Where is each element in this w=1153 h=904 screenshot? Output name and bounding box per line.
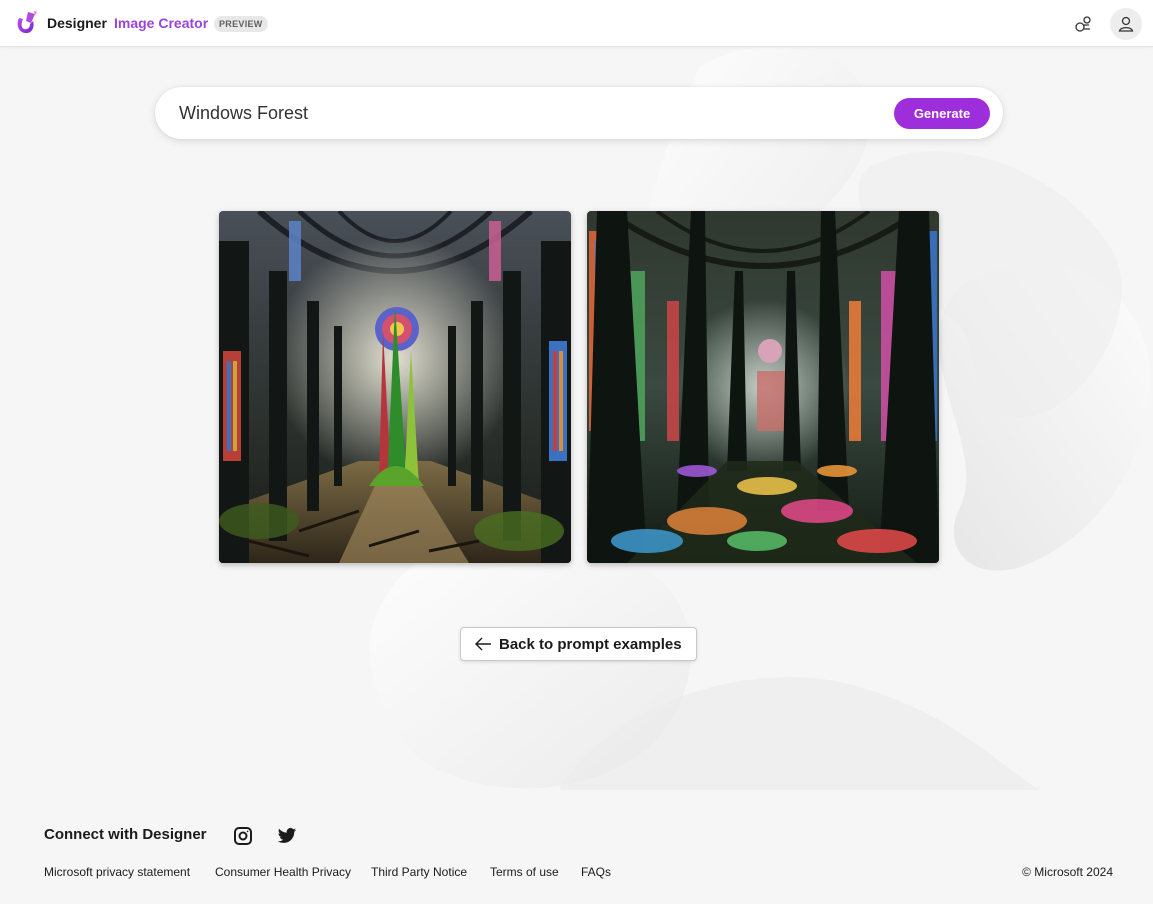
connect-title: Connect with Designer — [44, 826, 207, 843]
product-name[interactable]: Image Creator — [114, 15, 208, 31]
result-image-1[interactable] — [219, 211, 571, 563]
footer-link-faqs[interactable]: FAQs — [581, 865, 611, 879]
prompt-input[interactable] — [179, 99, 879, 127]
copyright: © Microsoft 2024 — [1022, 865, 1113, 879]
back-to-prompt-examples-button[interactable]: Back to prompt examples — [460, 627, 697, 661]
profile-button[interactable] — [1110, 8, 1142, 40]
profile-icon — [1118, 16, 1134, 32]
arrow-left-icon — [475, 637, 491, 651]
designer-logo-icon[interactable] — [13, 10, 39, 36]
twitter-icon[interactable] — [277, 826, 297, 846]
background-swirl — [369, 47, 1150, 790]
rewards-button[interactable] — [1067, 8, 1099, 40]
cathedral-forest-image — [219, 211, 571, 563]
back-button-label: Back to prompt examples — [499, 636, 682, 653]
result-image-2[interactable] — [587, 211, 939, 563]
footer-link-third-party[interactable]: Third Party Notice — [371, 865, 467, 879]
instagram-icon[interactable] — [233, 826, 253, 846]
rewards-icon — [1075, 16, 1091, 32]
top-header: Designer Image Creator PREVIEW — [0, 0, 1153, 47]
generate-button[interactable]: Generate — [894, 98, 990, 129]
footer-link-consumer-health[interactable]: Consumer Health Privacy — [215, 865, 351, 879]
footer: Connect with Designer Microsoft privacy … — [0, 790, 1153, 904]
preview-badge: PREVIEW — [214, 16, 268, 32]
footer-link-privacy[interactable]: Microsoft privacy statement — [44, 865, 190, 879]
brand-name[interactable]: Designer — [47, 15, 107, 31]
footer-link-terms[interactable]: Terms of use — [490, 865, 559, 879]
stained-glass-forest-image — [587, 211, 939, 563]
prompt-bar: Generate — [155, 87, 1003, 139]
